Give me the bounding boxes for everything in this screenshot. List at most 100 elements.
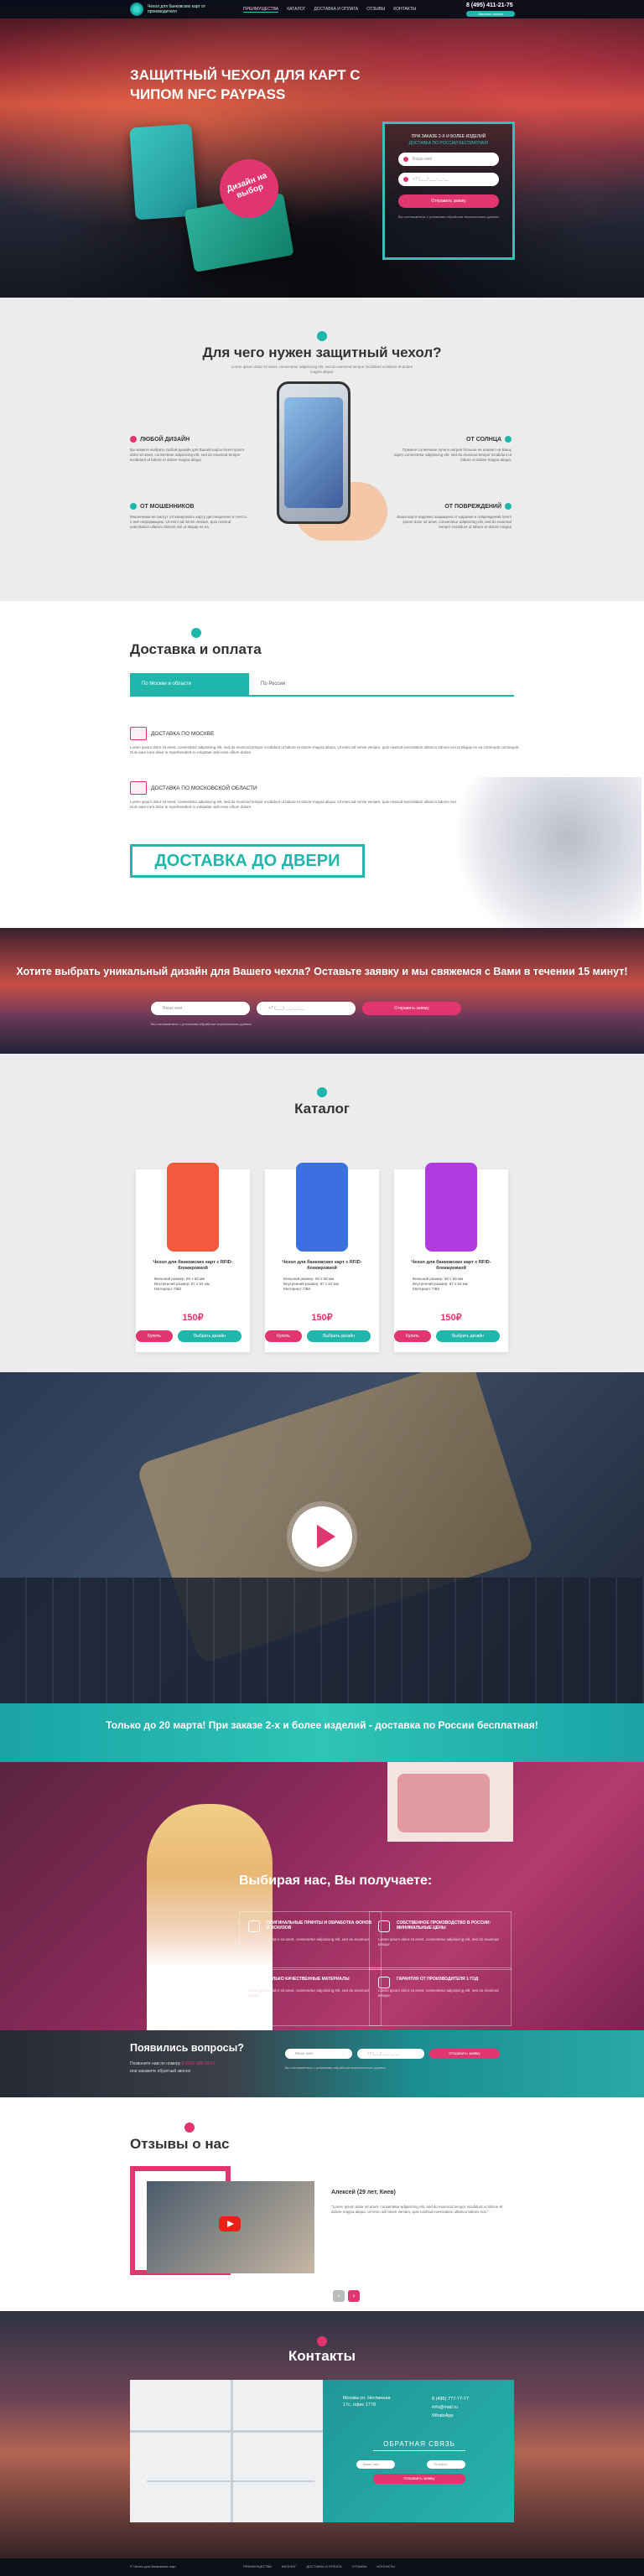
feature-title-text: Любой дизайн [140, 436, 190, 443]
benefits-title: Выбирая нас, Вы получаете: [239, 1874, 433, 1888]
questions-form: Ваше имя +7 (___) ___-__-__ Отправить за… [285, 2049, 500, 2059]
benefit-title: Только качественные материалы [267, 1977, 350, 1982]
benefit-item: Гарантия от производителя 1 год Lorem ip… [369, 1967, 512, 2026]
phone-field[interactable]: +7 (___) ___-__-__ [357, 2049, 424, 2059]
hero-order-form: При заказе 2-х и более изделий доставка … [382, 122, 515, 260]
submit-button[interactable]: Отправить заявку [398, 194, 499, 208]
callback-button[interactable]: Заказать звонок [466, 11, 515, 17]
contacts-title: Контакты [288, 2348, 356, 2364]
footer-nav: Преимущества Каталог Доставка и оплата О… [243, 2564, 395, 2568]
promo-title: Только до 20 марта! При заказе 2-х и бол… [106, 1719, 538, 1731]
spec-line: Материал: ПВХ [154, 1287, 182, 1291]
buy-button[interactable]: Купить [394, 1330, 431, 1342]
nav-item-catalog[interactable]: Каталог [287, 7, 305, 13]
delivery-section: Доставка и оплата По Москве и области По… [0, 601, 644, 928]
tab-russia[interactable]: По России [249, 673, 368, 695]
benefit-text: Lorem ipsum dolor sit amet, consectetur … [378, 1988, 499, 1998]
phone-field[interactable]: +7 (___) ___-__-__ [398, 173, 499, 186]
questions-subtitle: Позвоните нам по номеру 8 (999) 999-19-1… [130, 2060, 216, 2076]
name-field[interactable]: Ваше имя [356, 2460, 395, 2469]
benefit-item: Собственное производство в России: миним… [369, 1911, 512, 1970]
phone-image [277, 381, 351, 524]
header-phone[interactable]: 8 (495) 411-21-75 [466, 3, 513, 8]
benefit-text: Lorem ipsum dolor sit amet, consectetur … [248, 1937, 369, 1946]
contact-whatsapp[interactable]: WhatsApp [432, 2412, 469, 2420]
truck-icon [130, 781, 147, 795]
product-image [296, 1163, 348, 1252]
feature-text: Прямые солнечные лучи и нагрев больше не… [394, 448, 512, 462]
feature-text: Вы можете выбрать любой дизайн для Вашей… [130, 448, 245, 462]
reviews-title: Отзывы о нас [130, 2136, 230, 2152]
buy-button[interactable]: Купить [265, 1330, 302, 1342]
footer-nav-item[interactable]: Отзывы [352, 2564, 367, 2568]
contact-phone[interactable]: 8 (495) 777-77-77 [432, 2395, 469, 2403]
phone-field[interactable]: +7 (___) ___-__-__ [257, 1002, 356, 1015]
spec-line: Материал: ПВХ [283, 1287, 311, 1291]
hero-background [0, 0, 644, 298]
reviewer-name: Алексей (29 лет, Киев) [331, 2190, 396, 2195]
footer-nav-item[interactable]: Контакты [377, 2564, 395, 2568]
feature-fraud: От мошенников Мошенники не смогут отскан… [130, 503, 247, 530]
nav-item-advantages[interactable]: Преимущества [243, 7, 279, 13]
name-field[interactable]: Ваше имя [151, 1002, 250, 1015]
delivery-title: Доставка и оплата [130, 641, 262, 657]
user-icon [403, 157, 408, 162]
nav-item-delivery[interactable]: Доставка и оплата [314, 7, 358, 13]
choose-design-button[interactable]: Выбрать дизайн [307, 1330, 371, 1342]
benefit-text: Lorem ipsum dolor sit amet, consectetur … [378, 1937, 499, 1946]
name-field[interactable]: Ваше имя [285, 2049, 352, 2059]
nav-item-reviews[interactable]: Отзывы [366, 7, 385, 13]
section-icon [184, 2122, 195, 2133]
footer-nav-item[interactable]: Каталог [282, 2564, 297, 2568]
section-icon [317, 331, 327, 341]
play-icon[interactable] [292, 1506, 352, 1567]
print-icon [248, 1920, 260, 1932]
site-header: Чехол для банковских карт от производите… [0, 0, 644, 18]
form-offer-line1: При заказе 2-х и более изделий [411, 134, 486, 139]
buy-button[interactable]: Купить [136, 1330, 173, 1342]
contact-box: Москва ул. Неглинная 17с, офис 1778 8 (4… [323, 2380, 514, 2522]
diamond-icon [248, 1977, 260, 1988]
feature-text: Ваша карта надежно защищена от царапин и… [397, 515, 512, 529]
product-card: Чехол для банковских карт с RFID-блокиро… [265, 1163, 379, 1352]
youtube-play-icon[interactable] [219, 2216, 241, 2231]
product-image [425, 1163, 477, 1252]
submit-button[interactable]: Отправить заявку [373, 2474, 465, 2484]
contact-email[interactable]: info@mail.ru [432, 2403, 469, 2412]
questions-phone[interactable]: 8 (999) 999-19-12 [182, 2061, 216, 2066]
privacy-note: Вы соглашаетесь с условиями обработки пе… [285, 2065, 386, 2070]
next-arrow-icon[interactable]: › [348, 2290, 360, 2302]
feature-title: От повреждений [394, 503, 512, 510]
footer-nav-item[interactable]: Преимущества [243, 2564, 272, 2568]
choose-design-button[interactable]: Выбрать дизайн [436, 1330, 500, 1342]
product-specs: Внешний размер: 90 х 58 мм Внутренний ра… [154, 1277, 238, 1292]
product-card: Чехол для банковских карт с RFID-блокиро… [136, 1163, 250, 1352]
tab-moscow[interactable]: По Москве и области [130, 673, 249, 695]
map[interactable] [130, 2380, 323, 2522]
footer-nav-item[interactable]: Доставка и оплата [306, 2564, 341, 2568]
padlock-image [457, 777, 641, 928]
logo-text: Чехол для банковских карт от производите… [148, 4, 206, 14]
name-placeholder: Ваше имя [413, 157, 433, 162]
feature-title-text: От повреждений [444, 503, 501, 510]
nav-item-contacts[interactable]: Контакты [393, 7, 416, 13]
submit-button[interactable]: Отправить заявку [362, 1002, 461, 1015]
video-section [0, 1372, 644, 1703]
delivery-item-title-text: Доставка по Москве [151, 730, 215, 737]
submit-button[interactable]: Отправить заявку [429, 2049, 500, 2059]
choose-design-button[interactable]: Выбрать дизайн [178, 1330, 242, 1342]
benefit-item: Только качественные материалы Lorem ipsu… [239, 1967, 382, 2026]
logo[interactable]: Чехол для банковских карт от производите… [130, 3, 206, 16]
copyright: © Чехлы для банковских карт [130, 2564, 176, 2568]
feature-text: Мошенники не смогут отсканировать карту … [130, 515, 247, 529]
phone-field[interactable]: Телефон [427, 2460, 465, 2469]
map-road [130, 2430, 323, 2433]
review-video[interactable] [147, 2181, 314, 2273]
questions-line1: Позвоните нам по номеру [130, 2061, 181, 2066]
delivery-item-text: Lorem ipsum dolor sit amet, consectetur … [130, 745, 520, 754]
prev-arrow-icon[interactable]: ‹ [333, 2290, 345, 2302]
lock-icon [505, 503, 512, 510]
contacts-section: Контакты Москва ул. Неглинная 17с, офис … [0, 2311, 644, 2567]
name-field[interactable]: Ваше имя [398, 153, 499, 166]
benefits-section: Выбирая нас, Вы получаете: Оригинальные … [0, 1762, 644, 2030]
